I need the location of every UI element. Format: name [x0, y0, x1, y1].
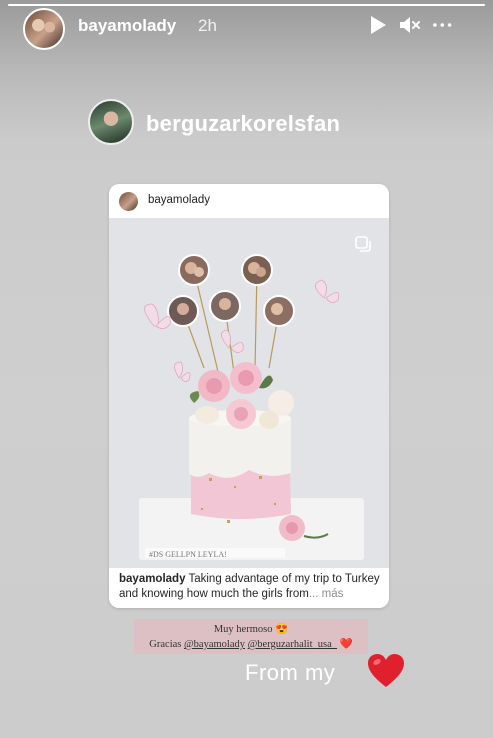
red-heart-icon: [368, 654, 404, 687]
shared-post-username[interactable]: bayamolady: [148, 194, 210, 206]
play-icon[interactable]: [367, 14, 389, 36]
cake-photo: #DS GELLPN LEYLA!: [109, 218, 389, 568]
mention-username[interactable]: berguzarkorelsfan: [146, 111, 340, 137]
caption-more-link[interactable]: ... más: [309, 588, 344, 600]
story-author-avatar[interactable]: [23, 8, 65, 50]
story-progress-fill: [8, 4, 485, 6]
shared-post-header: bayamolady: [109, 184, 389, 218]
mention-avatar[interactable]: [88, 99, 134, 145]
shared-post-avatar[interactable]: [119, 192, 138, 211]
multiple-posts-icon: [355, 236, 371, 252]
story-header: bayamolady 2h: [0, 8, 493, 50]
overlay-text: From my: [245, 660, 336, 685]
svg-text:#DS GELLPN LEYLA!: #DS GELLPN LEYLA!: [149, 550, 227, 559]
caption-username[interactable]: bayamolady: [119, 573, 185, 585]
story-time: 2h: [198, 16, 217, 35]
story-progress-bar: [8, 4, 485, 6]
more-dots-icon[interactable]: [432, 14, 454, 36]
note-mention-1[interactable]: @bayamolady: [184, 639, 245, 650]
shared-post-caption: bayamolady Taking advantage of my trip t…: [119, 572, 381, 602]
shared-post-image[interactable]: #DS GELLPN LEYLA!: [109, 218, 389, 568]
note-line-2: Gracias @bayamolady @berguzarhalit_usa_ …: [134, 637, 368, 652]
story-text-note: Muy hermoso 😍 Gracias @bayamolady @bergu…: [134, 619, 368, 654]
note-gracias: Gracias: [149, 639, 184, 650]
story-author-username[interactable]: bayamolady: [78, 16, 176, 36]
note-line-1: Muy hermoso 😍: [213, 624, 289, 635]
note-heart-icon: ❤️: [339, 639, 353, 650]
note-mention-2[interactable]: @berguzarhalit_usa_: [248, 639, 337, 650]
shared-post-card[interactable]: bayamolady #DS GELLPN LEYLA! bayamolady …: [109, 184, 389, 608]
speaker-muted-icon[interactable]: [398, 14, 420, 36]
